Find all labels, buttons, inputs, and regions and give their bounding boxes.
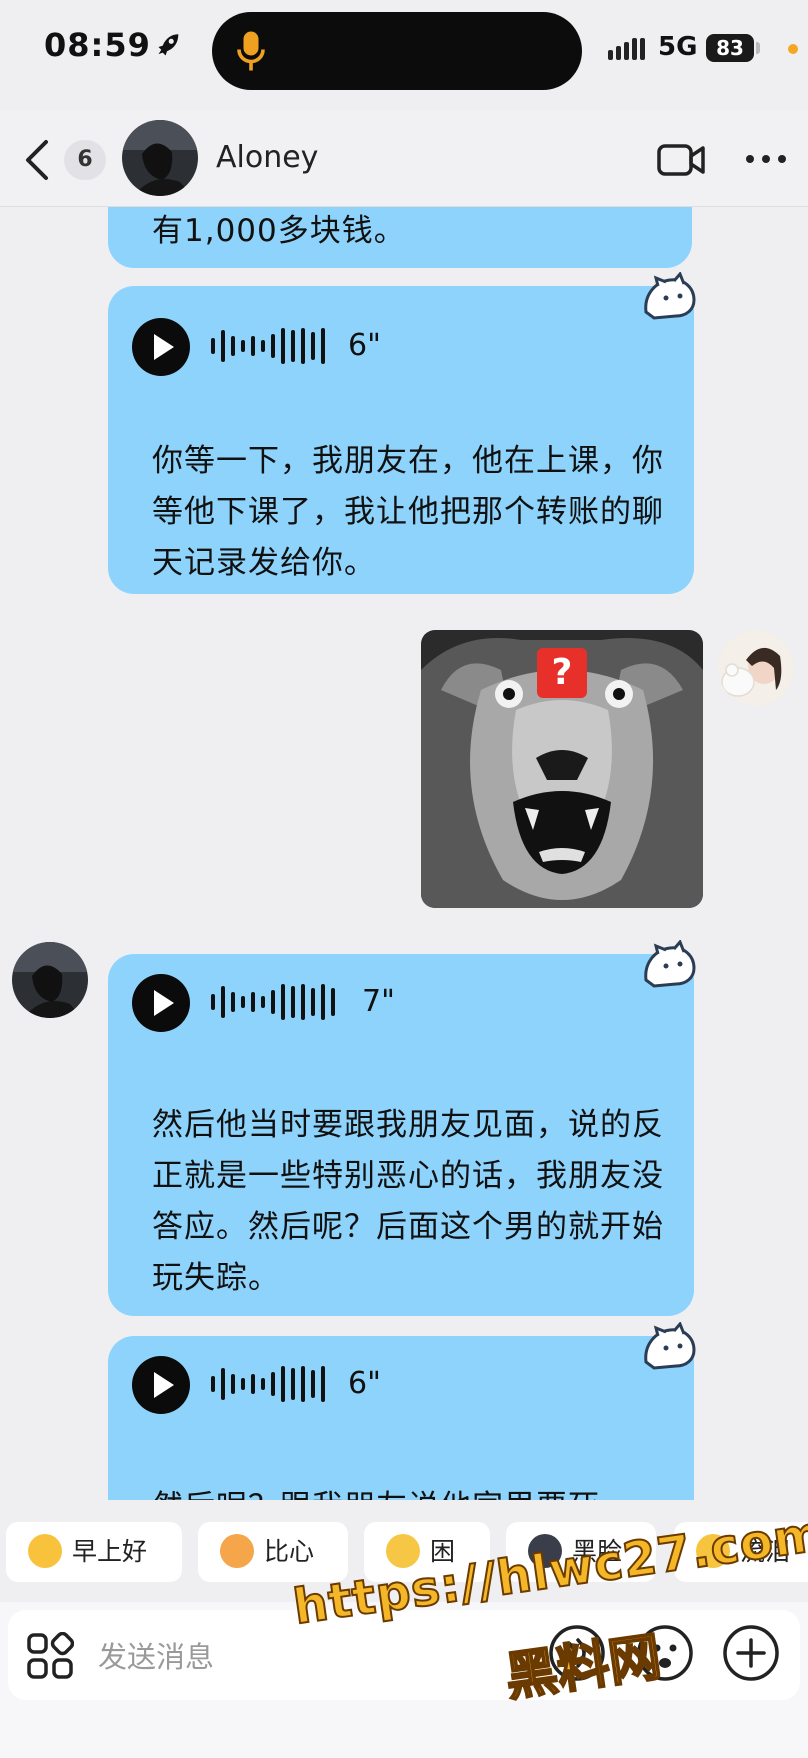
message-input-placeholder[interactable]: 发送消息 — [98, 1634, 214, 1676]
voice-duration: 6" — [348, 1366, 381, 1401]
voice-message-bubble[interactable]: 6" 你等一下，我朋友在，他在上课，你等他下课了，我让他把那个转账的聊天记录发给… — [108, 286, 694, 594]
my-avatar[interactable] — [718, 630, 794, 706]
play-button[interactable] — [132, 1356, 190, 1414]
play-button[interactable] — [132, 974, 190, 1032]
quick-reaction-chip[interactable]: 早上好 — [6, 1522, 182, 1582]
message-text: 有1,000多块钱。 — [152, 213, 406, 249]
voice-duration: 7" — [362, 984, 395, 1019]
voice-transcript: 然后他当时要跟我朋友见面，说的反正就是一些特别恶心的话，我朋友没答应。然后呢？后… — [152, 1107, 664, 1296]
voice-message-bubble[interactable]: 7" 然后他当时要跟我朋友见面，说的反正就是一些特别恶心的话，我朋友没答应。然后… — [108, 954, 694, 1316]
sunrise-emoji-icon — [28, 1534, 62, 1568]
unread-count-badge[interactable]: 6 — [64, 140, 106, 180]
bubble-ghost-decoration-icon — [644, 1322, 696, 1370]
rocket-icon — [158, 34, 179, 56]
voice-transcript: 然后呢？跟我朋友说他家里要死 — [152, 1482, 664, 1500]
voice-duration: 6" — [348, 328, 381, 363]
text-message-bubble[interactable]: 有1,000多块钱。 — [108, 206, 692, 268]
back-arrow-icon[interactable] — [22, 138, 52, 182]
network-type: 5G — [658, 32, 698, 62]
quick-reaction-chip[interactable]: 比心 — [198, 1522, 348, 1582]
more-options-icon[interactable] — [744, 152, 788, 166]
chip-label: 比心 — [264, 1537, 315, 1566]
chip-label: 早上好 — [72, 1537, 148, 1566]
message-list[interactable]: 有1,000多块钱。 6" 你等一下，我朋友在，他在上课，你等他下课了，我让他把… — [0, 206, 808, 1500]
waveform-icon — [211, 984, 335, 1020]
contact-name[interactable]: Aloney — [216, 140, 318, 175]
microphone-indicator-icon — [237, 31, 265, 71]
image-badge: ? — [537, 648, 587, 698]
apps-grid-icon[interactable] — [26, 1632, 74, 1680]
waveform-icon — [211, 328, 325, 364]
privacy-indicator-dot — [788, 44, 798, 54]
finger-heart-emoji-icon — [220, 1534, 254, 1568]
waveform-icon — [211, 1366, 325, 1402]
add-attachment-icon[interactable] — [722, 1624, 780, 1682]
status-time: 08:59 — [44, 26, 151, 64]
battery-tip — [756, 42, 760, 54]
signal-strength-icon — [608, 38, 648, 60]
bubble-ghost-decoration-icon — [644, 940, 696, 988]
voice-message-bubble[interactable]: 6" 然后呢？跟我朋友说他家里要死 — [108, 1336, 694, 1500]
bubble-ghost-decoration-icon — [644, 272, 696, 320]
voice-transcript: 你等一下，我朋友在，他在上课，你等他下课了，我让他把那个转账的聊天记录发给你。 — [152, 443, 664, 581]
battery-icon: 83 — [706, 34, 754, 62]
contact-avatar[interactable] — [122, 120, 198, 196]
dynamic-island — [212, 12, 582, 90]
video-call-icon[interactable] — [656, 140, 706, 180]
contact-avatar[interactable] — [12, 942, 88, 1018]
play-button[interactable] — [132, 318, 190, 376]
